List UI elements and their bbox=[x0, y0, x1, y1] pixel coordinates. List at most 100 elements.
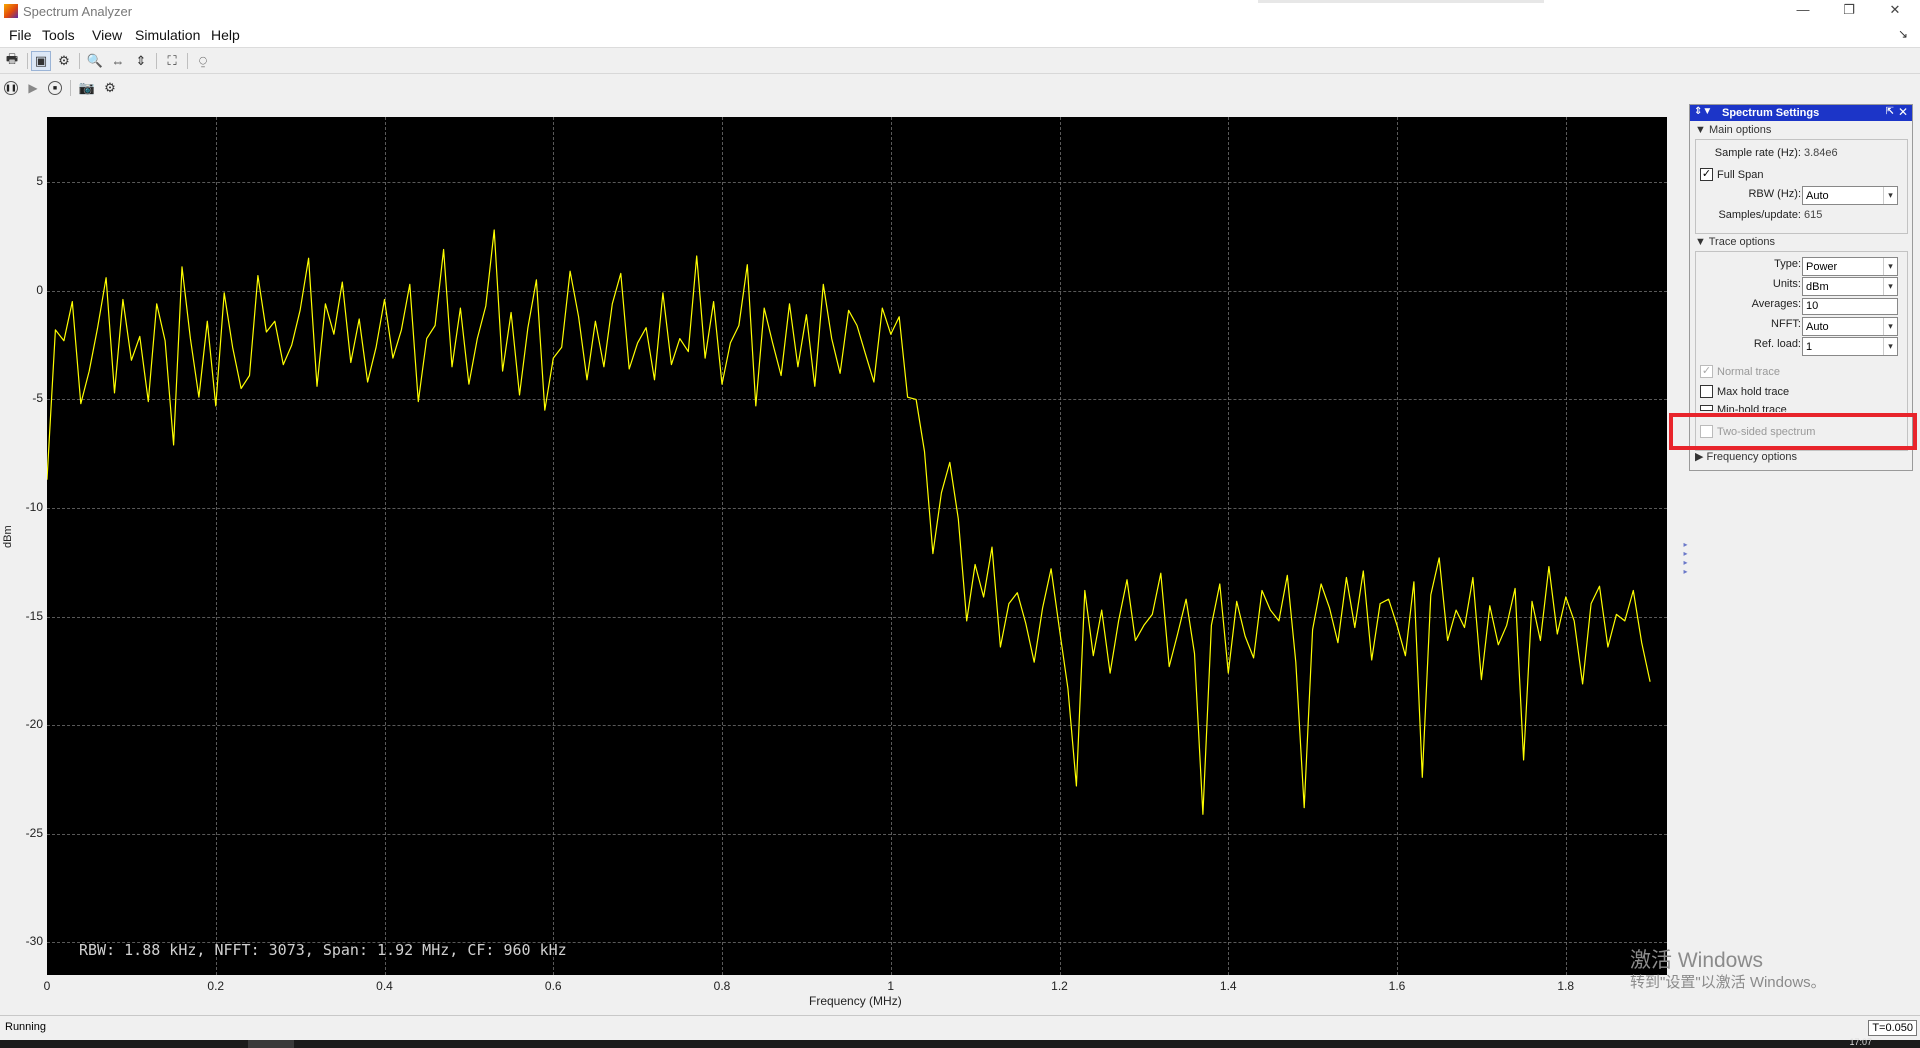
full-span-label: Full Span bbox=[1717, 169, 1764, 181]
units-select[interactable]: dBm ▾ bbox=[1802, 277, 1898, 296]
properties-toggle-icon[interactable]: ▣ bbox=[31, 51, 51, 71]
stop-button[interactable]: ■ bbox=[45, 78, 65, 98]
annotation-highlight-box bbox=[1669, 413, 1917, 450]
x-tick-label: 1.2 bbox=[1051, 979, 1068, 993]
toolbar-separator bbox=[70, 80, 71, 96]
chevron-down-icon: ▾ bbox=[1883, 318, 1897, 335]
taskbar-active-app[interactable] bbox=[248, 1040, 294, 1048]
pause-button[interactable]: ❚❚ bbox=[1, 78, 21, 98]
spectrum-trace-svg bbox=[47, 229, 1651, 815]
chevron-down-icon: ▾ bbox=[1883, 258, 1897, 275]
window-title: Spectrum Analyzer bbox=[23, 4, 133, 19]
menu-bar: File Tools View Simulation Help ↘ bbox=[0, 22, 1920, 48]
measurement-icon[interactable]: ⍜ bbox=[193, 51, 213, 71]
measurement-readout: RBW: 1.88 kHz, NFFT: 3073, Span: 1.92 MH… bbox=[79, 941, 567, 959]
samples-update-label: Samples/update: bbox=[1718, 209, 1801, 221]
settings-gear-icon[interactable]: ⚙ bbox=[54, 51, 74, 71]
y-tick-label: 0 bbox=[36, 282, 43, 297]
snapshot-icon[interactable]: 📷 bbox=[77, 78, 97, 98]
units-label: Units: bbox=[1772, 278, 1801, 290]
x-tick-label: 0.4 bbox=[376, 979, 393, 993]
nfft-value: Auto bbox=[1806, 321, 1829, 333]
ref-load-select[interactable]: 1 ▾ bbox=[1802, 337, 1898, 356]
panel-close-icon[interactable]: ✕ bbox=[1898, 105, 1908, 119]
rbw-value: Auto bbox=[1806, 190, 1829, 202]
normal-trace-label: Normal trace bbox=[1717, 366, 1780, 378]
main-options-toggle[interactable]: ▼ Main options bbox=[1695, 124, 1771, 136]
rbw-select[interactable]: Auto ▾ bbox=[1802, 186, 1898, 205]
y-tick-label: -15 bbox=[25, 608, 43, 623]
x-tick-label: 0 bbox=[43, 979, 51, 993]
x-tick-label: 0.6 bbox=[544, 979, 562, 993]
x-axis-label: Frequency (MHz) bbox=[809, 994, 902, 1008]
zoom-y-icon[interactable]: ⇕ bbox=[131, 51, 151, 71]
x-tick-label: 0.8 bbox=[713, 979, 731, 993]
highlight-block-icon[interactable]: ⚙ bbox=[100, 78, 120, 98]
sample-rate-label: Sample rate (Hz): bbox=[1714, 147, 1801, 159]
max-hold-label: Max hold trace bbox=[1717, 386, 1790, 398]
menu-help[interactable]: Help bbox=[211, 27, 240, 43]
close-button[interactable]: ✕ bbox=[1872, 0, 1918, 22]
taskbar: 17:07 bbox=[0, 1037, 1920, 1048]
toolbar-separator bbox=[27, 53, 28, 69]
x-tick-label: 1.8 bbox=[1557, 979, 1575, 993]
autoscale-icon[interactable]: ⛶ bbox=[162, 51, 182, 71]
activation-watermark-text: 转到"设置"以激活 Windows。 bbox=[1630, 974, 1826, 991]
status-bar: Running T=0.050 bbox=[0, 1015, 1920, 1040]
spectrum-trace-line bbox=[47, 229, 1651, 815]
simulation-time: T=0.050 bbox=[1868, 1020, 1917, 1036]
panel-menu-icon[interactable]: ⇕▼ bbox=[1694, 106, 1712, 117]
nfft-label: NFFT: bbox=[1771, 318, 1801, 330]
zoom-x-icon[interactable]: ⇔ bbox=[108, 51, 128, 71]
y-tick-label: -10 bbox=[25, 499, 43, 514]
y-tick-label: -25 bbox=[25, 825, 43, 840]
pause-icon: ❚❚ bbox=[4, 81, 18, 95]
toolbar-separator bbox=[79, 53, 80, 69]
toolbar-separator bbox=[156, 53, 157, 69]
y-tick-label: -5 bbox=[32, 391, 43, 406]
undock-icon[interactable]: ⇱ bbox=[1886, 106, 1894, 117]
menu-tools[interactable]: Tools bbox=[42, 27, 75, 43]
chevron-down-icon: ▾ bbox=[1883, 278, 1897, 295]
y-axis-label: dBm bbox=[2, 525, 14, 548]
undock-arrow-icon[interactable]: ↘ bbox=[1898, 27, 1908, 41]
y-tick-label: -20 bbox=[25, 717, 43, 732]
normal-trace-checkbox: ✓ bbox=[1700, 365, 1713, 378]
x-tick-label: 1.6 bbox=[1388, 979, 1406, 993]
menu-view[interactable]: View bbox=[92, 27, 122, 43]
averages-label: Averages: bbox=[1751, 298, 1801, 310]
full-span-checkbox[interactable]: ✓ bbox=[1700, 168, 1713, 181]
zoom-in-icon[interactable]: 🔍 bbox=[85, 51, 105, 71]
stop-icon: ■ bbox=[48, 81, 62, 95]
type-value: Power bbox=[1806, 261, 1838, 273]
ref-load-value: 1 bbox=[1806, 341, 1813, 353]
y-tick-label: -30 bbox=[25, 934, 43, 949]
taskbar-clock: 17:07 bbox=[1849, 1037, 1872, 1047]
print-icon[interactable]: 🖶 bbox=[2, 51, 22, 71]
background-window-edge bbox=[1258, 0, 1544, 3]
nfft-select[interactable]: Auto ▾ bbox=[1802, 317, 1898, 336]
trace-options-toggle[interactable]: ▼ Trace options bbox=[1695, 236, 1775, 248]
y-tick-label: 5 bbox=[36, 174, 43, 189]
activation-watermark-title: 激活 Windows bbox=[1630, 949, 1764, 972]
min-hold-checkbox[interactable] bbox=[1700, 405, 1713, 411]
menu-file[interactable]: File bbox=[9, 27, 32, 43]
restore-button[interactable]: ❐ bbox=[1826, 0, 1872, 22]
x-tick-label: 1.4 bbox=[1219, 979, 1237, 993]
panel-collapse-arrows-icon[interactable]: ▸▸▸▸ bbox=[1681, 540, 1690, 576]
frequency-options-toggle[interactable]: ▶ Frequency options bbox=[1695, 450, 1797, 463]
ref-load-label: Ref. load: bbox=[1753, 338, 1801, 350]
minimize-button[interactable]: — bbox=[1780, 0, 1826, 22]
toolbar-separator bbox=[187, 53, 188, 69]
min-hold-label: Min-hold trace bbox=[1717, 404, 1787, 412]
plot-toolbar: 🖶 ▣ ⚙ 🔍 ⇔ ⇕ ⛶ ⍜ bbox=[0, 48, 1920, 74]
step-forward-icon: ▶ bbox=[28, 81, 38, 95]
menu-simulation[interactable]: Simulation bbox=[135, 27, 200, 43]
spectrum-plot-area[interactable]: RBW: 1.88 kHz, NFFT: 3073, Span: 1.92 MH… bbox=[47, 117, 1667, 975]
step-forward-button[interactable]: ▶ bbox=[23, 78, 43, 98]
averages-field[interactable]: 10 bbox=[1802, 298, 1898, 315]
simulation-toolbar: ❚❚ ▶ ■ 📷 ⚙ bbox=[0, 75, 1920, 99]
type-select[interactable]: Power ▾ bbox=[1802, 257, 1898, 276]
max-hold-checkbox[interactable] bbox=[1700, 385, 1713, 398]
panel-header: ⇕▼ Spectrum Settings ⇱ ✕ bbox=[1690, 105, 1912, 121]
